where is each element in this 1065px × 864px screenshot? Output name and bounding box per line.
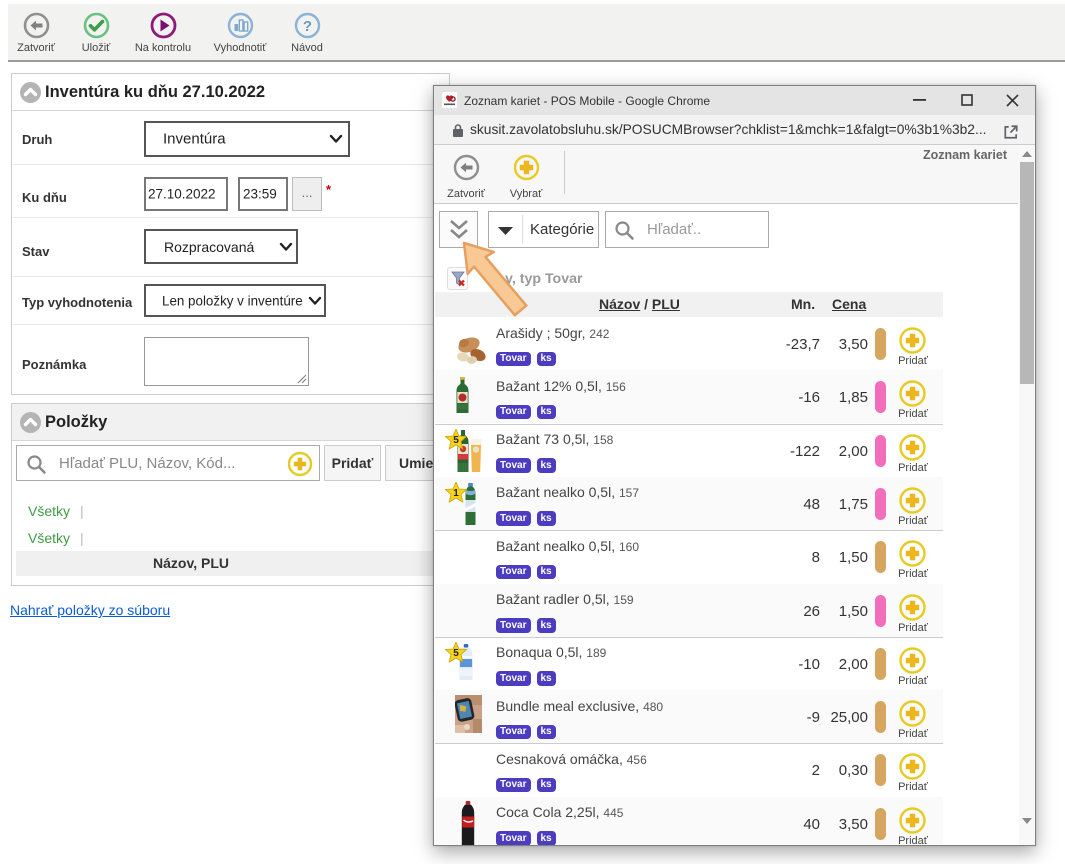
- svg-text:5: 5: [453, 648, 459, 659]
- svg-text:1: 1: [453, 488, 459, 499]
- svg-text:5: 5: [453, 435, 459, 446]
- svg-text:?: ?: [302, 18, 311, 35]
